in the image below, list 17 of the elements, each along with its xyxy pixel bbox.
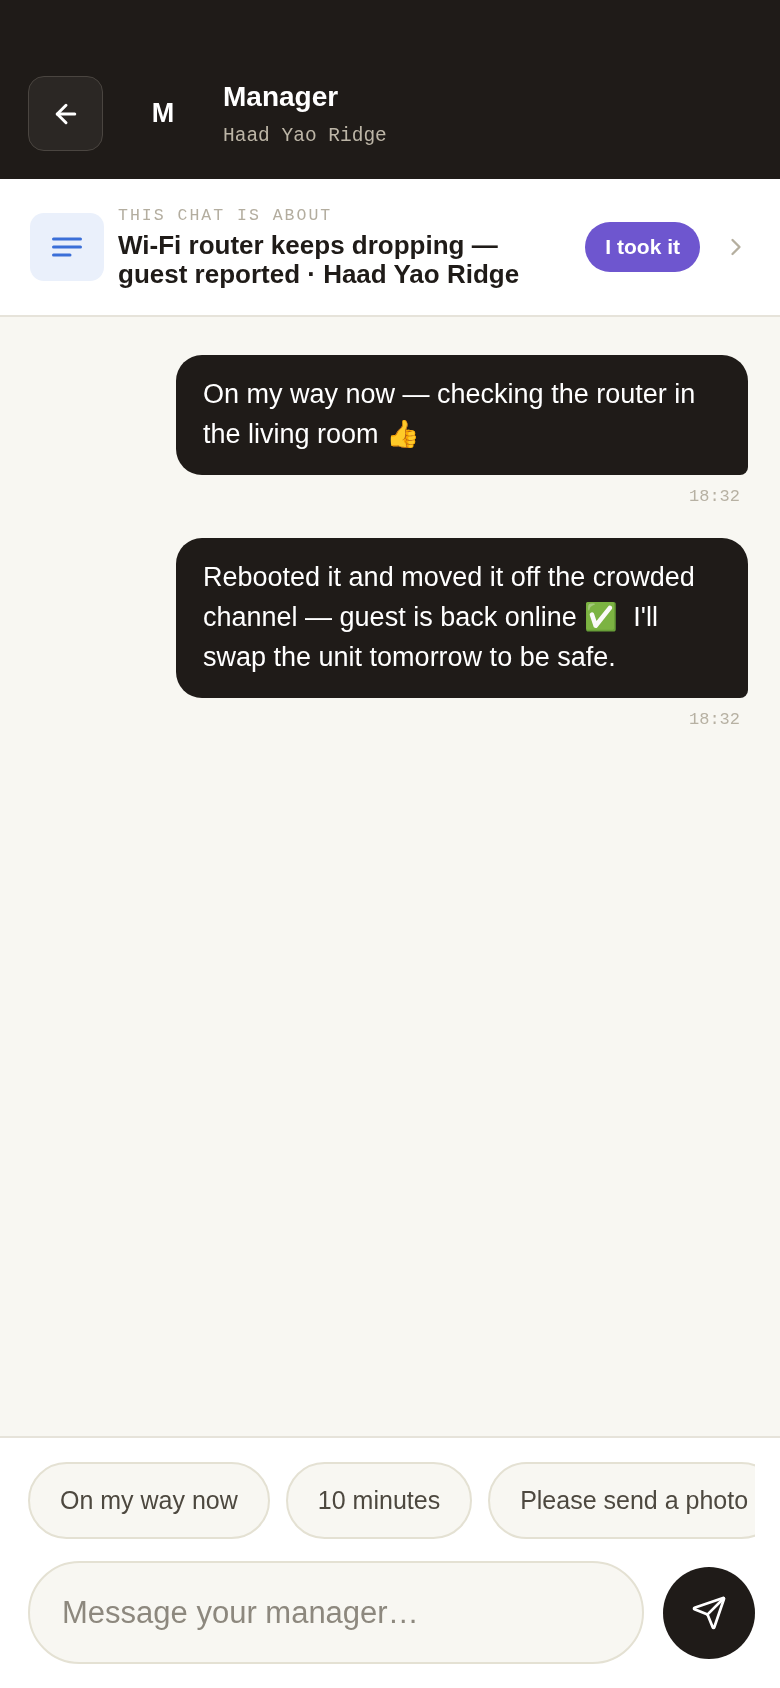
contact-name: Manager bbox=[223, 80, 340, 113]
quick-reply-chip[interactable]: On my way now bbox=[28, 1462, 270, 1539]
took-it-button[interactable]: I took it bbox=[585, 222, 700, 272]
contact-location: Haad Yao Ridge bbox=[223, 124, 387, 147]
message-time: 18:32 bbox=[689, 710, 740, 730]
topic-label: THIS CHAT IS ABOUT bbox=[118, 205, 334, 226]
message-bubble: Rebooted it and moved it off the crowded channel — guest is back online ✅ I'll swap the unit tomorrow to be safe. bbox=[176, 538, 748, 698]
send-icon bbox=[691, 1594, 727, 1631]
topic-title: Wi-Fi router keeps dropping — guest reported · Haad Yao Ridge bbox=[118, 230, 521, 289]
message-input[interactable]: Message your manager… bbox=[28, 1561, 644, 1664]
quick-reply-chip[interactable]: 10 minutes bbox=[285, 1462, 473, 1539]
quick-reply-chip[interactable]: Please send a photo bbox=[488, 1462, 755, 1539]
text-lines-icon bbox=[30, 213, 104, 281]
message-time: 18:32 bbox=[689, 487, 740, 507]
message-bubble: On my way now — checking the router in the living room 👍 bbox=[176, 355, 748, 475]
back-button[interactable] bbox=[28, 76, 103, 151]
avatar-initial: M bbox=[150, 98, 176, 129]
